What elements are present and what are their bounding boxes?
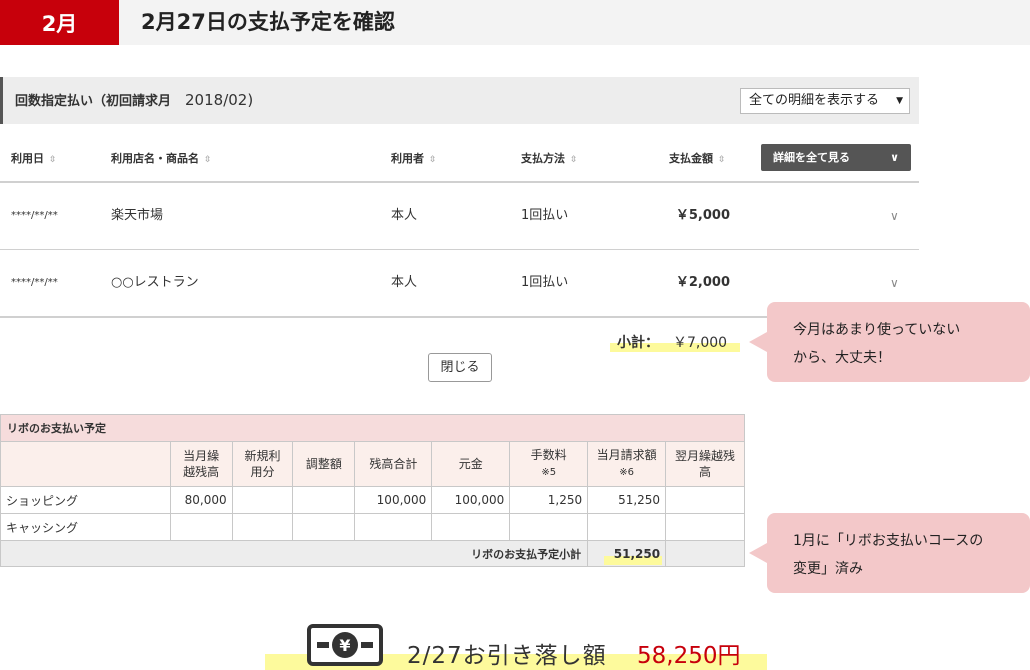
bubble-line: 変更」済み xyxy=(793,561,863,577)
sort-icon: ⇳ xyxy=(718,155,726,165)
table-row: ショッピング 80,000 100,000 100,000 1,250 51,2… xyxy=(0,486,745,514)
bubble-line: 今月はあまり使っていない xyxy=(793,322,961,338)
cell xyxy=(431,513,511,541)
column-store[interactable]: 利用店名・商品名 ⇳ xyxy=(111,150,212,166)
first-billing-month: 2018/02) xyxy=(185,91,254,109)
cell xyxy=(665,486,745,514)
month-badge: 2月 xyxy=(0,0,119,45)
row-store: ○○レストラン xyxy=(111,275,199,290)
row-user: 本人 xyxy=(391,208,418,223)
header-fee: 手数料 ※5 xyxy=(509,441,589,487)
row-amount: ￥5,000 xyxy=(675,208,730,223)
column-method-label: 支払方法 xyxy=(521,152,565,165)
subtotal: 小計： ￥7,000 xyxy=(617,332,727,352)
row-amount: ￥2,000 xyxy=(675,275,730,290)
cell xyxy=(665,540,745,567)
chevron-down-icon: ∨ xyxy=(890,151,899,164)
section-title-text: 回数指定払い（初回請求月 xyxy=(15,94,172,109)
header-billing-amount: 当月請求額 ※6 xyxy=(587,441,667,487)
yen-card-icon: ¥ xyxy=(307,624,383,666)
header-total-balance: 残高合計 xyxy=(354,441,433,487)
cell xyxy=(587,513,667,541)
row-store: 楽天市場 xyxy=(111,208,164,223)
section-title: 回数指定払い（初回請求月 2018/02) xyxy=(15,77,253,125)
cell xyxy=(231,486,294,514)
cell xyxy=(292,486,356,514)
cell xyxy=(509,513,589,541)
bubble-line: 1月に「リボお支払いコースの xyxy=(793,533,984,549)
header-prev-balance: 当月繰 越残高 xyxy=(169,441,233,487)
header-empty xyxy=(0,441,171,487)
view-all-details-button[interactable]: 詳細を全て見る ∨ xyxy=(761,144,911,171)
row-date: ****/**/** xyxy=(11,277,58,288)
cell: 100,000 xyxy=(431,486,511,514)
comment-bubble: 今月はあまり使っていない から、大丈夫！ xyxy=(749,302,1030,382)
filter-select-value: 全ての明細を表示する xyxy=(749,93,880,108)
sort-icon: ⇳ xyxy=(204,155,212,165)
column-amount-label: 支払金額 xyxy=(669,152,713,165)
header-new-use: 新規利 用分 xyxy=(231,441,294,487)
column-date-label: 利用日 xyxy=(11,152,44,165)
column-store-label: 利用店名・商品名 xyxy=(111,152,199,165)
cell xyxy=(169,513,233,541)
table-row: キャッシング xyxy=(0,513,745,541)
header-adjustment: 調整額 xyxy=(292,441,356,487)
withdrawal-label: 2/27お引き落し額 xyxy=(407,643,607,669)
close-button[interactable]: 閉じる xyxy=(428,353,492,382)
revolving-subtotal-label: リボのお支払予定小計 xyxy=(0,540,589,567)
cell xyxy=(354,513,433,541)
cell: 51,250 xyxy=(587,486,667,514)
sort-icon: ⇳ xyxy=(429,155,437,165)
cell xyxy=(665,513,745,541)
sort-icon: ⇳ xyxy=(49,155,57,165)
select-arrow-icon: ▼ xyxy=(896,96,903,106)
row-label: ショッピング xyxy=(0,486,171,514)
withdrawal-amount: 58,250円 xyxy=(637,643,741,669)
page-header: 2月 2月27日の支払予定を確認 xyxy=(0,0,1030,45)
header-next-balance: 翌月繰越残高 xyxy=(665,441,745,487)
header-principal: 元金 xyxy=(431,441,511,487)
cell xyxy=(292,513,356,541)
column-date[interactable]: 利用日 ⇳ xyxy=(11,150,57,166)
revolving-payment-table: リボのお支払い予定 当月繰 越残高 新規利 用分 調整額 残高合計 元金 手数料 ※5… xyxy=(0,414,745,567)
column-user-label: 利用者 xyxy=(391,152,424,165)
section-header: 回数指定払い（初回請求月 2018/02) 全ての明細を表示する ▼ xyxy=(0,77,919,124)
row-method: 1回払い xyxy=(521,208,569,223)
table-row[interactable]: ****/**/** 楽天市場 本人 1回払い ￥5,000 ∨ xyxy=(0,183,919,249)
row-method: 1回払い xyxy=(521,275,569,290)
subtotal-label: 小計： xyxy=(617,335,659,351)
subtotal-value: ￥7,000 xyxy=(673,335,728,351)
bubble-line: から、大丈夫！ xyxy=(793,350,891,366)
column-user[interactable]: 利用者 ⇳ xyxy=(391,150,437,166)
page-title: 2月27日の支払予定を確認 xyxy=(141,10,395,34)
row-label: キャッシング xyxy=(0,513,171,541)
view-all-details-label: 詳細を全て見る xyxy=(773,151,850,164)
statement-filter-select[interactable]: 全ての明細を表示する ▼ xyxy=(740,88,910,114)
cell xyxy=(231,513,294,541)
column-method[interactable]: 支払方法 ⇳ xyxy=(521,150,578,166)
cell: 80,000 xyxy=(169,486,233,514)
svg-text:¥: ¥ xyxy=(339,636,350,655)
comment-bubble: 1月に「リボお支払いコースの 変更」済み xyxy=(749,513,1030,593)
cell: 1,250 xyxy=(509,486,589,514)
chevron-down-icon[interactable]: ∨ xyxy=(890,183,899,249)
cell: 100,000 xyxy=(354,486,433,514)
row-user: 本人 xyxy=(391,275,418,290)
column-amount[interactable]: 支払金額 ⇳ xyxy=(669,150,726,166)
revolving-table-title: リボのお支払い予定 xyxy=(0,414,745,442)
sort-icon: ⇳ xyxy=(570,155,578,165)
row-date: ****/**/** xyxy=(11,210,58,221)
